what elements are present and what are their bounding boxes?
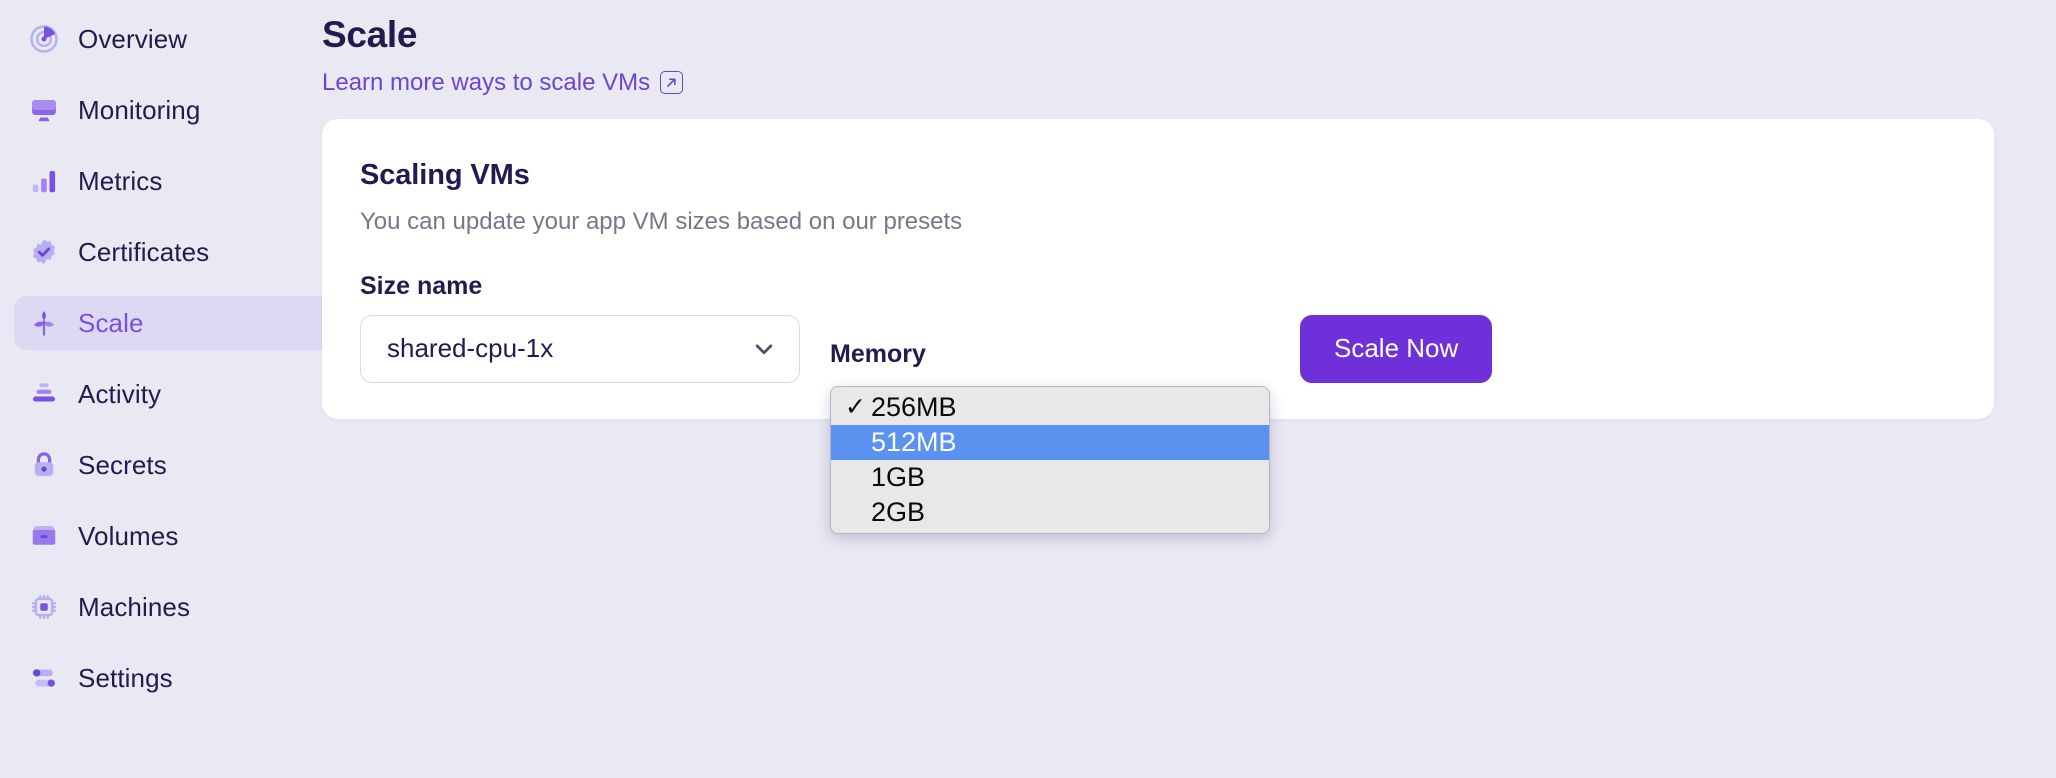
- learn-more-row: Learn more ways to scale VMs: [322, 69, 2056, 97]
- sidebar-item-label: Activity: [78, 378, 162, 409]
- memory-option-1gb[interactable]: 1GB: [831, 460, 1269, 495]
- scaling-vms-card: Scaling VMs You can update your app VM s…: [322, 118, 1994, 534]
- memory-option-256mb[interactable]: ✓ 256MB: [831, 390, 1269, 425]
- sidebar-item-volumes[interactable]: Volumes: [14, 509, 336, 563]
- card-subtitle: You can update your app VM sizes based o…: [360, 207, 963, 235]
- overview-pie-icon: [28, 23, 60, 55]
- sidebar-item-label: Scale: [78, 307, 144, 338]
- lock-icon: [28, 449, 60, 481]
- memory-option-label: 256MB: [871, 391, 957, 422]
- stack-layers-icon: [28, 378, 60, 410]
- memory-option-label: 2GB: [871, 496, 926, 527]
- memory-field: Memory ✓ 256MB 512MB 1GB 2GB: [830, 339, 1270, 534]
- sidebar-item-scale[interactable]: Scale: [14, 296, 336, 350]
- sidebar-item-certificates[interactable]: Certificates: [14, 225, 336, 279]
- sliders-toggle-icon: [28, 662, 60, 694]
- memory-option-label: 1GB: [871, 461, 926, 492]
- sidebar-item-label: Certificates: [78, 236, 210, 267]
- sidebar-item-secrets[interactable]: Secrets: [14, 438, 336, 492]
- external-link-icon[interactable]: [660, 71, 684, 95]
- sidebar-item-label: Machines: [78, 591, 191, 622]
- monitor-icon: [28, 94, 60, 126]
- scale-form-row: Size name shared-cpu-1x Memory ✓ 256MB 5…: [360, 272, 1956, 534]
- sidebar-item-label: Metrics: [78, 165, 163, 196]
- sidebar-item-metrics[interactable]: Metrics: [14, 154, 336, 208]
- cpu-chip-icon: [28, 591, 60, 623]
- size-name-select[interactable]: shared-cpu-1x: [360, 314, 800, 383]
- size-name-field: Size name shared-cpu-1x: [360, 272, 800, 383]
- learn-more-link[interactable]: Learn more ways to scale VMs: [322, 69, 650, 97]
- memory-option-2gb[interactable]: 2GB: [831, 495, 1269, 530]
- scale-now-button[interactable]: Scale Now: [1300, 314, 1493, 383]
- check-icon: ✓: [845, 392, 866, 421]
- sidebar-item-activity[interactable]: Activity: [14, 367, 336, 421]
- sidebar-item-label: Overview: [78, 23, 188, 54]
- sidebar-item-label: Volumes: [78, 520, 179, 551]
- size-name-label: Size name: [360, 271, 483, 300]
- memory-label: Memory: [830, 339, 926, 368]
- memory-option-label: 512MB: [871, 426, 957, 457]
- sidebar: Overview Monitoring Metrics Certificates…: [0, 0, 350, 778]
- memory-option-512mb[interactable]: 512MB: [831, 424, 1269, 460]
- badge-check-icon: [28, 236, 60, 268]
- bar-chart-icon: [28, 165, 60, 197]
- sidebar-item-label: Settings: [78, 662, 173, 693]
- chevron-down-icon: [749, 334, 779, 364]
- sidebar-item-monitoring[interactable]: Monitoring: [14, 83, 336, 137]
- sidebar-item-machines[interactable]: Machines: [14, 580, 336, 634]
- sidebar-item-overview[interactable]: Overview: [14, 12, 336, 66]
- main-content: Scale Learn more ways to scale VMs Scali…: [322, 0, 2056, 778]
- sidebar-item-label: Monitoring: [78, 94, 201, 125]
- page-title: Scale: [322, 14, 418, 55]
- memory-dropdown-list[interactable]: ✓ 256MB 512MB 1GB 2GB: [830, 385, 1270, 534]
- sidebar-item-label: Secrets: [78, 449, 167, 480]
- card-title: Scaling VMs: [360, 158, 530, 191]
- box-icon: [28, 520, 60, 552]
- leaf-sprout-icon: [28, 307, 60, 339]
- sidebar-item-settings[interactable]: Settings: [14, 651, 336, 705]
- size-name-value: shared-cpu-1x: [387, 333, 554, 364]
